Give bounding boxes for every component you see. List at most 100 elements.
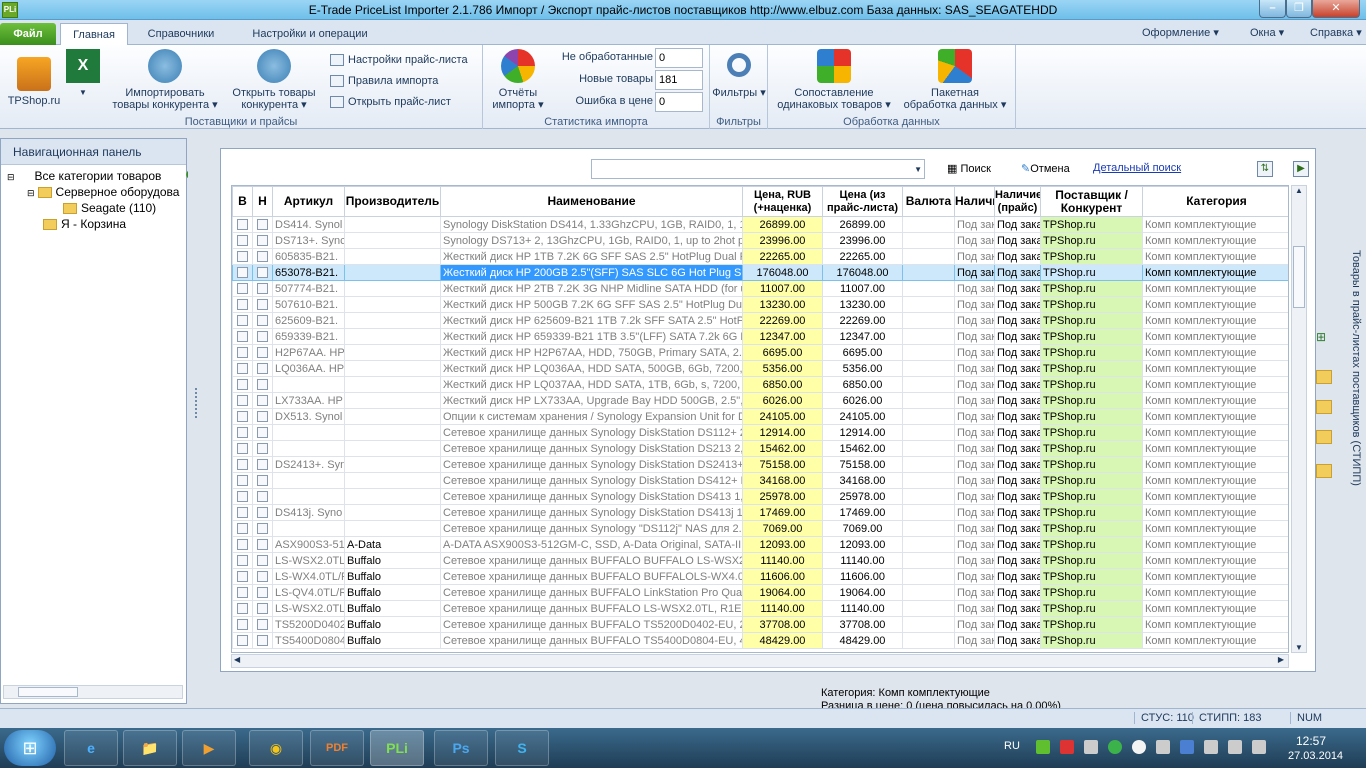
checkbox-n[interactable]	[252, 456, 273, 473]
grid-horizontal-scrollbar[interactable]: ◀ ▶	[231, 654, 1289, 668]
checkbox[interactable]	[257, 459, 268, 471]
checkbox[interactable]	[237, 475, 248, 487]
cancel-search-button[interactable]: ✎Отмена	[1021, 162, 1070, 175]
checkbox[interactable]	[257, 555, 268, 567]
table-row[interactable]: H2P67AA. HP Жесткий диск HP H2P67AA, HDD,…	[232, 344, 1288, 361]
tpshop-button[interactable]: TPShop.ru	[4, 49, 64, 107]
checkbox[interactable]	[237, 251, 248, 263]
table-row[interactable]: DS2413+. Syn Сетевое хранилище данных Syn…	[232, 456, 1288, 473]
menu-help[interactable]: Справка ▾	[1310, 26, 1362, 39]
open-pricelist-button[interactable]: Открыть прайс-лист	[330, 93, 451, 111]
taskbar-photoshop[interactable]: Ps	[434, 730, 488, 766]
checkbox-n[interactable]	[252, 584, 273, 601]
checkbox-n[interactable]	[252, 472, 273, 489]
checkbox[interactable]	[237, 459, 248, 471]
panel-splitter[interactable]	[188, 138, 206, 704]
checkbox-v[interactable]	[232, 392, 253, 409]
scroll-right-icon[interactable]: ▶	[1278, 655, 1284, 664]
grid-scroll-thumb[interactable]	[1293, 246, 1305, 308]
search-button[interactable]: ▦ Поиск	[947, 162, 991, 175]
stat-new-value[interactable]: 181	[655, 70, 703, 90]
taskbar-pricelist-importer[interactable]: PLi	[370, 730, 424, 766]
col-header-maker[interactable]: Производитель	[344, 186, 441, 217]
checkbox[interactable]	[257, 363, 268, 375]
stat-unprocessed-value[interactable]: 0	[655, 48, 703, 68]
search-input[interactable]: ▼	[591, 159, 925, 179]
excel-button[interactable]: X ▼	[66, 49, 100, 99]
checkbox-v[interactable]	[232, 536, 253, 553]
checkbox-n[interactable]	[252, 408, 273, 425]
table-row[interactable]: DS713+. Sync Synology DS713+ 2, 13GhzCPU,…	[232, 232, 1288, 249]
table-row[interactable]: 507610-B21. Жесткий диск HP 500GB 7.2K 6G…	[232, 296, 1288, 313]
checkbox[interactable]	[257, 411, 268, 423]
checkbox-n[interactable]	[252, 392, 273, 409]
checkbox-n[interactable]	[252, 440, 273, 457]
compare-goods-button[interactable]: Сопоставление одинаковых товаров ▾	[772, 49, 896, 111]
col-header-currency[interactable]: Валюта	[902, 186, 955, 217]
table-row[interactable]: TS5400D0804 Buffalo Сетевое хранилище данн…	[232, 632, 1288, 649]
table-row[interactable]: ASX900S3-512 A-Data A-DATA ASX900S3-512GM-…	[232, 536, 1288, 553]
checkbox-v[interactable]	[232, 488, 253, 505]
checkbox[interactable]	[257, 571, 268, 583]
checkbox-n[interactable]	[252, 616, 273, 633]
scroll-down-icon[interactable]: ▼	[1292, 643, 1306, 652]
table-row[interactable]: Сетевое хранилище данных Synology "DS112…	[232, 520, 1288, 537]
tray-display-icon[interactable]	[1180, 740, 1194, 754]
checkbox-n[interactable]	[252, 312, 273, 329]
table-row[interactable]: DS414. Synol Synology DiskStation DS414, …	[232, 216, 1288, 233]
checkbox[interactable]	[257, 299, 268, 311]
checkbox-v[interactable]	[232, 568, 253, 585]
checkbox[interactable]	[237, 331, 248, 343]
clock-time[interactable]: 12:57	[1296, 734, 1326, 748]
table-row[interactable]: Сетевое хранилище данных Synology DiskSt…	[232, 440, 1288, 457]
checkbox-n[interactable]	[252, 264, 273, 281]
tray-volume-icon[interactable]	[1252, 740, 1266, 754]
checkbox[interactable]	[237, 587, 248, 599]
checkbox-n[interactable]	[252, 504, 273, 521]
checkbox[interactable]	[237, 363, 248, 375]
col-header-category[interactable]: Категория	[1142, 186, 1288, 217]
tray-clover-icon[interactable]	[1108, 740, 1122, 754]
checkbox[interactable]	[257, 347, 268, 359]
checkbox-n[interactable]	[252, 568, 273, 585]
checkbox-n[interactable]	[252, 216, 273, 233]
tray-speaker-icon[interactable]	[1156, 740, 1170, 754]
checkbox-v[interactable]	[232, 280, 253, 297]
checkbox-v[interactable]	[232, 344, 253, 361]
checkbox[interactable]	[237, 347, 248, 359]
table-row[interactable]: LS-QV4.0TL/R Buffalo Сетевое хранилище дан…	[232, 584, 1288, 601]
table-row[interactable]: 625609-B21. Жесткий диск HP 625609-B21 1T…	[232, 312, 1288, 329]
nav-horizontal-scrollbar[interactable]	[3, 685, 183, 699]
col-header-stock-pl[interactable]: Наличие (прайс)	[994, 186, 1041, 217]
checkbox[interactable]	[237, 443, 248, 455]
checkbox[interactable]	[237, 635, 248, 647]
hierarchy-icon[interactable]: ⊞	[1316, 330, 1332, 344]
checkbox-n[interactable]	[252, 232, 273, 249]
scroll-up-icon[interactable]: ▲	[1292, 186, 1306, 195]
checkbox-n[interactable]	[252, 376, 273, 393]
table-row[interactable]: 507774-B21. Жесткий диск HP 2TB 7.2K 3G N…	[232, 280, 1288, 297]
checkbox-v[interactable]	[232, 328, 253, 345]
folder-add-icon[interactable]	[1316, 370, 1332, 384]
menu-windows[interactable]: Окна ▾	[1250, 26, 1284, 39]
checkbox-n[interactable]	[252, 632, 273, 649]
stat-price-error-value[interactable]: 0	[655, 92, 703, 112]
export-icon[interactable]: ▶	[1293, 161, 1309, 177]
checkbox-n[interactable]	[252, 424, 273, 441]
tree-item-server[interactable]: ⊟ Серверное оборудова	[27, 184, 179, 200]
clock-date[interactable]: 27.03.2014	[1288, 750, 1343, 762]
tab-file[interactable]: Файл	[0, 23, 56, 45]
search-dropdown-icon[interactable]: ▼	[914, 165, 922, 174]
checkbox[interactable]	[257, 507, 268, 519]
scroll-left-icon[interactable]: ◀	[234, 655, 240, 664]
col-header-stock[interactable]: Наличи	[954, 186, 995, 217]
checkbox[interactable]	[257, 491, 268, 503]
language-indicator[interactable]: RU	[1004, 740, 1020, 752]
taskbar-pdf[interactable]: PDF	[310, 730, 364, 766]
tree-item-seagate[interactable]: Seagate (110)	[63, 200, 156, 216]
collapse-server-icon[interactable]: ⊟	[27, 188, 35, 198]
table-row[interactable]: LS-WSX2.0TL/RBuffaloСетевое хранилище да…	[232, 552, 1288, 569]
checkbox[interactable]	[237, 555, 248, 567]
checkbox[interactable]	[257, 283, 268, 295]
checkbox[interactable]	[237, 507, 248, 519]
